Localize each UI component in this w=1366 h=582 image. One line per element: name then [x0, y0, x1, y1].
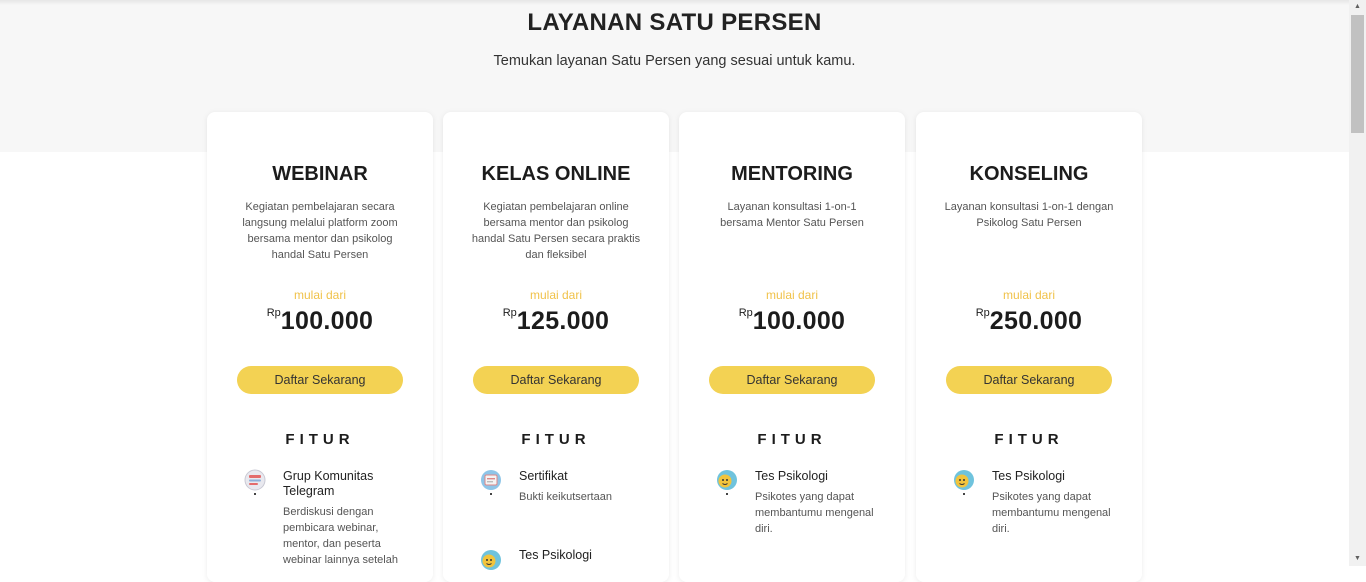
scroll-down-arrow-icon[interactable]: ▼: [1349, 552, 1366, 566]
card-title: KELAS ONLINE: [481, 163, 631, 185]
register-button[interactable]: Daftar Sekarang: [237, 366, 403, 394]
card-description: Layanan konsultasi 1-on-1 bersama Mentor…: [720, 201, 864, 229]
page-subtitle: Temukan layanan Satu Persen yang sesuai …: [493, 53, 856, 69]
feature-description: Psikotes yang dapat membantumu mengenal …: [755, 491, 874, 535]
service-card-kelas-online: KELAS ONLINE Kegiatan pembelajaran onlin…: [443, 112, 669, 582]
psych-test-icon: [479, 548, 503, 576]
price: Rp250.000: [916, 307, 1142, 336]
feature-title: Tes Psikologi: [755, 469, 828, 483]
price-amount: 100.000: [280, 307, 374, 335]
register-button[interactable]: Daftar Sekarang: [946, 366, 1112, 394]
feature-item: Tes Psikologi: [479, 548, 649, 578]
price-prefix: mulai dari: [1002, 288, 1056, 302]
feature-item: Tes Psikologi Psikotes yang dapat memban…: [715, 469, 885, 549]
features-heading: FITUR: [757, 431, 827, 448]
feature-item: Sertifikat Bukti keikutsertaan: [479, 469, 649, 529]
card-title: WEBINAR: [272, 163, 368, 185]
register-button[interactable]: Daftar Sekarang: [473, 366, 639, 394]
price-prefix: mulai dari: [765, 288, 819, 302]
feature-title: Tes Psikologi: [992, 469, 1065, 483]
features-heading: FITUR: [994, 431, 1064, 448]
card-description: Layanan konsultasi 1-on-1 dengan Psikolo…: [944, 201, 1114, 229]
currency-label: Rp: [738, 307, 753, 319]
page-title: LAYANAN SATU PERSEN: [527, 9, 822, 36]
feature-description: Psikotes yang dapat membantumu mengenal …: [992, 491, 1111, 535]
feature-title: Sertifikat: [519, 469, 568, 483]
feature-title: Grup Komunitas Telegram: [283, 469, 374, 498]
currency-label: Rp: [975, 307, 990, 319]
feature-description: Bukti keikutsertaan: [519, 491, 612, 503]
price: Rp100.000: [679, 307, 905, 336]
currency-label: Rp: [266, 307, 281, 319]
feature-item: Tes Psikologi Psikotes yang dapat memban…: [952, 469, 1122, 549]
price-prefix: mulai dari: [529, 288, 583, 302]
price-prefix: mulai dari: [293, 288, 347, 302]
card-description: Kegiatan pembelajaran secara langsung me…: [242, 201, 398, 261]
price: Rp100.000: [207, 307, 433, 336]
currency-label: Rp: [502, 307, 517, 319]
scroll-up-arrow-icon[interactable]: ▲: [1349, 0, 1366, 14]
features-heading: FITUR: [285, 431, 355, 448]
scrollbar-thumb[interactable]: [1351, 15, 1364, 133]
group-chat-icon: [243, 469, 267, 497]
service-card-konseling: KONSELING Layanan konsultasi 1-on-1 deng…: [916, 112, 1142, 582]
features-heading: FITUR: [521, 431, 591, 448]
psych-test-icon: [715, 469, 739, 497]
psych-test-icon: [952, 469, 976, 497]
price-amount: 250.000: [989, 307, 1083, 335]
certificate-icon: [479, 469, 503, 497]
service-card-webinar: WEBINAR Kegiatan pembelajaran secara lan…: [207, 112, 433, 582]
price-amount: 100.000: [752, 307, 846, 335]
register-button[interactable]: Daftar Sekarang: [709, 366, 875, 394]
card-title: MENTORING: [731, 163, 853, 185]
top-shadow: [0, 0, 1349, 5]
price: Rp125.000: [443, 307, 669, 336]
feature-description: Berdiskusi dengan pembicara webinar, men…: [283, 506, 398, 566]
service-card-mentoring: MENTORING Layanan konsultasi 1-on-1 bers…: [679, 112, 905, 582]
feature-title: Tes Psikologi: [519, 548, 592, 562]
feature-item: Grup Komunitas Telegram Berdiskusi denga…: [243, 469, 413, 579]
card-title: KONSELING: [969, 163, 1089, 185]
card-description: Kegiatan pembelajaran online bersama men…: [471, 201, 641, 261]
price-amount: 125.000: [516, 307, 610, 335]
